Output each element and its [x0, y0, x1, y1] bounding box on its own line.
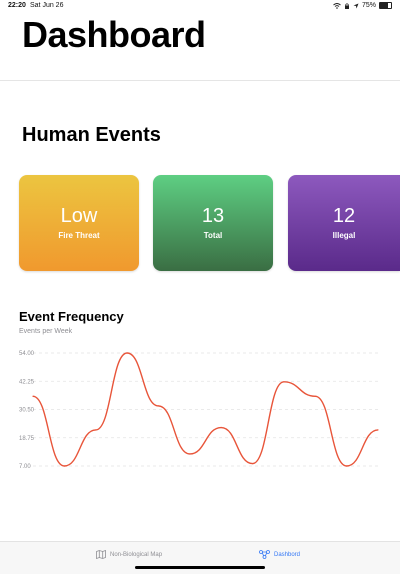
tab-bar: Non-Biological Map Dashbord — [0, 541, 400, 574]
data-point — [157, 405, 160, 407]
data-point — [63, 465, 65, 467]
chart-subtitle: Events per Week — [19, 328, 73, 335]
total-events-card[interactable]: 13 Total — [153, 175, 273, 271]
header-divider — [0, 80, 400, 81]
y-tick-label: 7.00 — [19, 464, 31, 470]
status-time: 22:20 — [8, 2, 26, 9]
card-label: Fire Threat — [58, 231, 100, 240]
card-value: 13 — [201, 205, 225, 227]
tab-dashboard[interactable]: Dashbord — [259, 550, 300, 559]
card-value: 12 — [332, 205, 356, 227]
status-bar: 22:20 Sat Jun 26 75% — [0, 0, 400, 12]
event-frequency-chart: 54.00 42.25 30.50 18.75 7.00 — [19, 351, 379, 470]
y-tick-label: 18.75 — [19, 436, 35, 442]
card-value: Low — [60, 205, 98, 227]
status-indicators: 75% — [333, 2, 392, 9]
illegal-events-card[interactable]: 12 Illegal — [288, 175, 400, 271]
battery-icon — [379, 2, 392, 9]
data-point — [189, 453, 191, 455]
location-icon — [353, 3, 359, 8]
data-point — [251, 462, 254, 465]
card-label: Illegal — [332, 231, 356, 240]
y-tick-label: 30.50 — [19, 408, 35, 414]
battery-level — [380, 3, 389, 8]
network-icon — [259, 550, 270, 559]
data-point — [126, 352, 128, 354]
battery-percent: 75% — [361, 2, 376, 9]
series-line — [32, 352, 379, 467]
fire-threat-card[interactable]: Low Fire Threat — [19, 175, 139, 271]
data-point — [314, 395, 316, 397]
home-indicator — [135, 566, 265, 569]
data-point — [220, 426, 222, 429]
tab-label: Dashbord — [274, 551, 301, 558]
data-point — [95, 429, 97, 431]
data-point — [346, 465, 348, 467]
tab-label: Non-Biological Map — [110, 551, 163, 558]
data-point — [32, 395, 34, 397]
section-title: Human Events — [22, 124, 161, 146]
chart-title: Event Frequency — [19, 309, 124, 324]
map-icon — [96, 550, 106, 559]
card-label: Total — [203, 231, 223, 240]
data-point — [283, 381, 285, 383]
y-tick-label: 42.25 — [19, 379, 35, 385]
lock-rotation-icon — [344, 2, 349, 9]
tab-non-biological-map[interactable]: Non-Biological Map — [96, 550, 162, 559]
status-date: Sat Jun 26 — [30, 2, 64, 9]
y-tick-label: 54.00 — [19, 351, 35, 357]
page-title: Dashboard — [22, 14, 206, 55]
wifi-icon — [333, 2, 341, 9]
data-point — [377, 429, 379, 431]
